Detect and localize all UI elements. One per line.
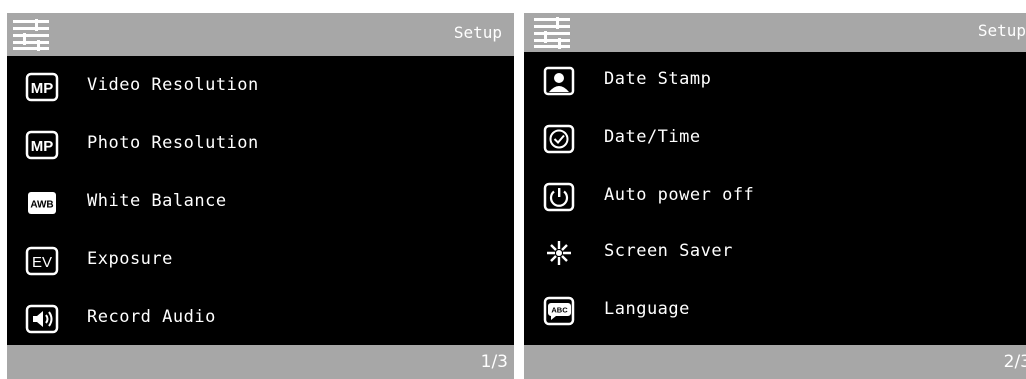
menu-item-label: Exposure xyxy=(87,249,173,269)
svg-text:MP: MP xyxy=(31,80,54,97)
clock-icon xyxy=(543,124,575,154)
power-icon xyxy=(543,182,575,212)
awb-icon: AWB xyxy=(28,192,56,214)
menu-item-exposure[interactable]: EV Exposure xyxy=(7,237,514,289)
header-title: Setup xyxy=(977,21,1026,40)
settings-sliders-icon xyxy=(534,17,570,49)
header-bar: Setup xyxy=(7,13,514,56)
svg-text:AWB: AWB xyxy=(30,200,53,211)
brightness-icon xyxy=(547,241,571,265)
menu-item-white-balance[interactable]: AWB White Balance xyxy=(7,179,514,231)
menu-item-record-audio[interactable]: Record Audio xyxy=(7,295,514,347)
menu-item-label: Video Resolution xyxy=(87,75,259,95)
speaker-icon xyxy=(25,304,59,334)
menu-item-video-resolution[interactable]: MP Video Resolution xyxy=(7,63,514,115)
page-indicator: 1/3 xyxy=(480,352,508,372)
mp-icon: MP xyxy=(25,130,59,160)
setup-screen-page-2: Setup Date Stamp Date/Time Auto power of… xyxy=(524,13,1026,379)
footer-bar: 2/3 xyxy=(524,345,1026,379)
footer-bar: 1/3 xyxy=(7,345,514,379)
abc-bubble-icon: ABC xyxy=(543,296,575,326)
mp-icon: MP xyxy=(25,72,59,102)
menu-item-label: Record Audio xyxy=(87,307,216,327)
menu-item-screen-saver[interactable]: Screen Saver xyxy=(524,229,1026,281)
svg-text:ABC: ABC xyxy=(551,306,568,315)
settings-sliders-icon xyxy=(13,19,49,51)
menu-item-label: Date Stamp xyxy=(604,69,712,89)
header-bar: Setup xyxy=(524,13,1026,52)
page-indicator: 2/3 xyxy=(1003,352,1026,372)
menu-item-label: Auto power off xyxy=(604,185,755,205)
header-title: Setup xyxy=(453,23,502,42)
setup-screen-page-1: Setup MP Video Resolution MP Photo Resol… xyxy=(7,13,514,379)
menu-item-date-time[interactable]: Date/Time xyxy=(524,115,1026,167)
menu-item-label: Language xyxy=(604,299,690,319)
menu-item-label: White Balance xyxy=(87,191,227,211)
svg-text:EV: EV xyxy=(32,254,52,271)
ev-icon: EV xyxy=(25,246,59,276)
menu-item-label: Date/Time xyxy=(604,127,701,147)
svg-text:MP: MP xyxy=(31,138,54,155)
menu-item-label: Screen Saver xyxy=(604,241,733,261)
menu-item-label: Photo Resolution xyxy=(87,133,259,153)
menu-item-auto-power-off[interactable]: Auto power off xyxy=(524,173,1026,225)
menu-item-date-stamp[interactable]: Date Stamp xyxy=(524,57,1026,109)
menu-item-photo-resolution[interactable]: MP Photo Resolution xyxy=(7,121,514,173)
portrait-icon xyxy=(543,66,575,96)
menu-item-language[interactable]: ABC Language xyxy=(524,287,1026,339)
